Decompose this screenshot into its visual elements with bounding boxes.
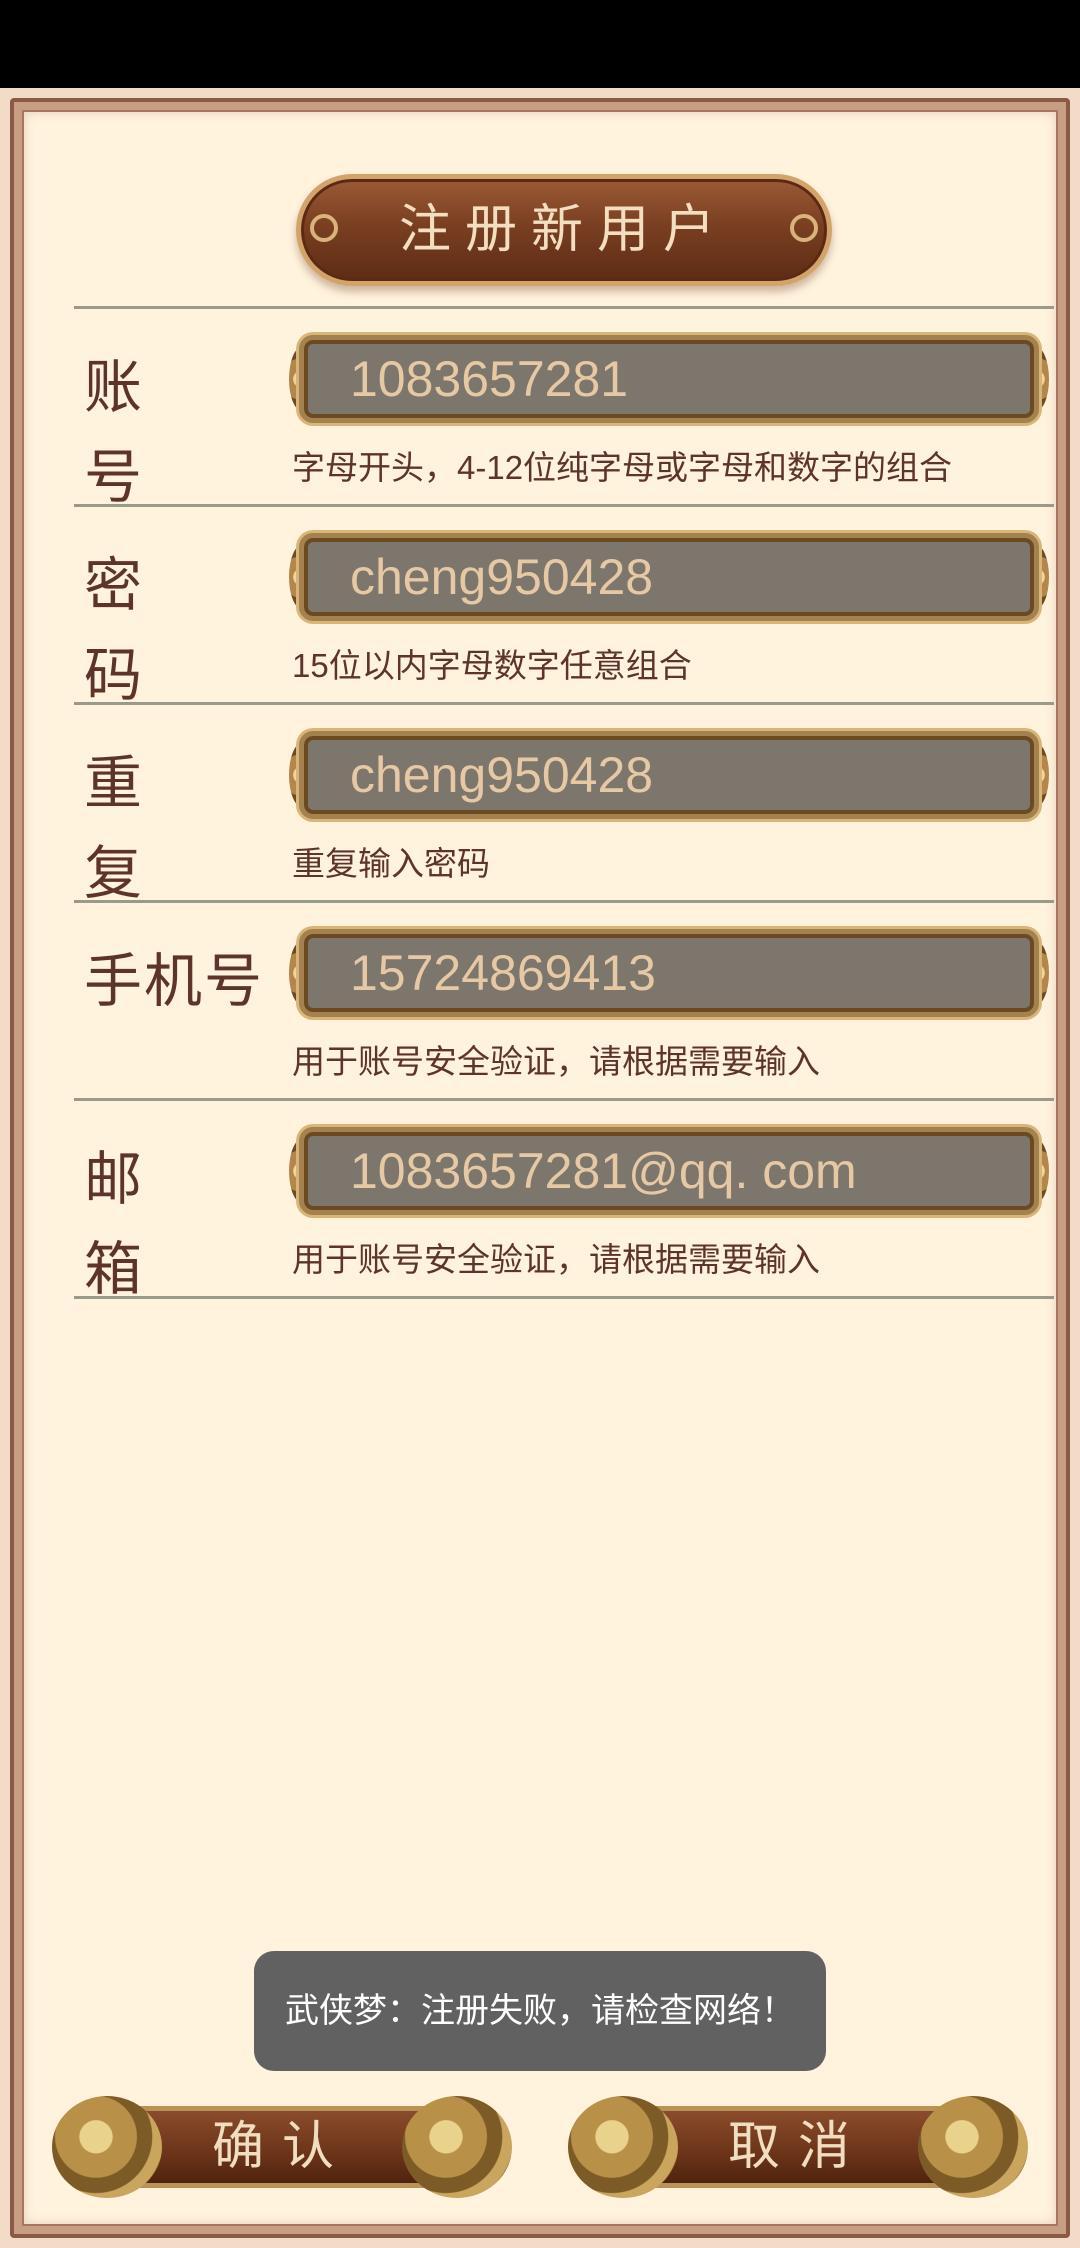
password-input-frame <box>289 529 1049 625</box>
password-row: 密码 15位以内字母数字任意组合 <box>74 504 1054 708</box>
account-input[interactable] <box>350 340 1020 418</box>
status-bar <box>0 0 1080 88</box>
phone-input[interactable] <box>350 934 1020 1012</box>
account-row: 账号 字母开头，4-12位纯字母或字母和数字的组合 <box>74 306 1054 510</box>
phone-hint: 用于账号安全验证，请根据需要输入 <box>292 1043 820 1080</box>
phone-input-frame <box>289 925 1049 1021</box>
repeat-password-field[interactable] <box>299 731 1039 819</box>
form-bottom-divider <box>74 1296 1054 1299</box>
email-field[interactable] <box>299 1127 1039 1215</box>
password-hint: 15位以内字母数字任意组合 <box>292 647 692 684</box>
account-hint: 字母开头，4-12位纯字母或字母和数字的组合 <box>292 449 953 486</box>
repeat-password-input[interactable] <box>350 736 1020 814</box>
phone-label-text: 手机号 <box>84 949 265 1014</box>
password-input[interactable] <box>350 538 1020 616</box>
email-row: 邮箱 用于账号安全验证，请根据需要输入 <box>74 1098 1054 1302</box>
email-label-text: 邮箱 <box>84 1147 203 1302</box>
confirm-button[interactable]: 确认 <box>52 2096 512 2198</box>
repeat-hint: 重复输入密码 <box>292 845 490 882</box>
window-border: 注册新用户 账号 字母开头，4-12位纯字母或字母和数字的组合 <box>10 98 1070 2238</box>
cancel-button-label: 取消 <box>727 2118 868 2176</box>
account-label-text: 账号 <box>84 355 203 510</box>
email-hint: 用于账号安全验证，请根据需要输入 <box>292 1241 820 1278</box>
repeat-label-text: 重复 <box>84 751 203 906</box>
repeat-password-row: 重复 重复输入密码 <box>74 702 1054 906</box>
password-field[interactable] <box>299 533 1039 621</box>
account-input-frame <box>289 331 1049 427</box>
cancel-button[interactable]: 取消 <box>568 2096 1028 2198</box>
phone-field[interactable] <box>299 929 1039 1017</box>
account-label: 账号 <box>84 343 309 510</box>
error-toast: 武侠梦：注册失败，请检查网络！ <box>254 1951 826 2071</box>
title-banner: 注册新用户 <box>296 174 832 292</box>
form-panel: 注册新用户 账号 字母开头，4-12位纯字母或字母和数字的组合 <box>22 110 1058 2226</box>
confirm-button-label: 确认 <box>211 2118 352 2176</box>
password-label: 密码 <box>84 541 309 708</box>
password-label-text: 密码 <box>84 553 203 708</box>
registration-window: 注册新用户 账号 字母开头，4-12位纯字母或字母和数字的组合 <box>0 88 1080 2248</box>
repeat-input-frame <box>289 727 1049 823</box>
email-input-frame <box>289 1123 1049 1219</box>
repeat-label: 重复 <box>84 739 309 906</box>
account-field[interactable] <box>299 335 1039 423</box>
email-label: 邮箱 <box>84 1135 309 1302</box>
email-input[interactable] <box>350 1132 1020 1210</box>
page-title: 注册新用户 <box>398 201 729 259</box>
phone-row: 手机号 用于账号安全验证，请根据需要输入 <box>74 900 1054 1101</box>
phone-label: 手机号 <box>84 937 309 1027</box>
